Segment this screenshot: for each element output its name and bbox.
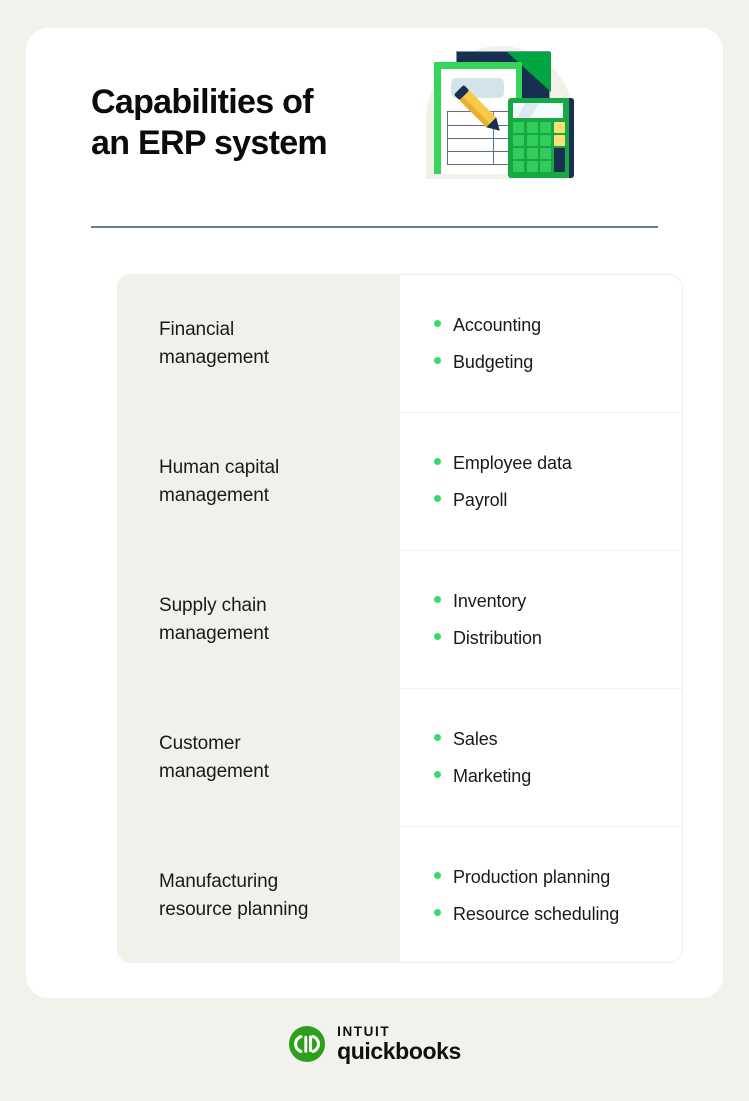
capability-label-line-2: management [159,622,269,644]
capability-label-line-2: management [159,346,269,368]
bullet-dot-icon [434,908,441,916]
brand-wordmark: INTUIT quickbooks [337,1024,461,1064]
capability-items-cell: Sales Marketing [400,689,682,826]
list-item-label: Distribution [453,627,542,648]
table-row: Financial management Accounting Budgetin… [118,275,682,413]
list-item: Employee data [434,451,682,476]
table-row: Human capital management Employee data P… [118,413,682,551]
bullet-dot-icon [434,595,441,603]
capability-items-cell: Production planning Resource scheduling [400,827,682,962]
table-row: Customer management Sales Marketing [118,689,682,827]
page-title-line-2: an ERP system [91,124,328,162]
bullet-dot-icon [434,871,441,879]
capability-label-line-1: Customer [159,732,241,754]
capability-label-cell: Supply chain management [118,551,400,688]
list-item: Accounting [434,313,682,338]
capability-label-line-1: Human capital [159,456,280,478]
capabilities-table: Financial management Accounting Budgetin… [117,274,683,963]
list-item-label: Marketing [453,765,532,786]
list-item-label: Production planning [453,866,611,887]
content-card: Capabilities of an ERP system Financial … [26,28,723,998]
capability-label-line-2: resource planning [159,898,309,920]
page-title: Capabilities of an ERP system [91,82,421,164]
capability-items-cell: Employee data Payroll [400,413,682,550]
bullet-dot-icon [434,632,441,640]
capability-label-line-2: management [159,760,269,782]
list-item-label: Resource scheduling [453,903,620,924]
list-item: Production planning [434,865,682,890]
capability-label-cell: Manufacturing resource planning [118,827,400,962]
capability-items-cell: Inventory Distribution [400,551,682,688]
list-item: Payroll [434,488,682,513]
capability-label-cell: Financial management [118,275,400,412]
list-item: Sales [434,727,682,752]
capability-items-cell: Accounting Budgeting [400,275,682,412]
infographic-page: Capabilities of an ERP system Financial … [0,0,749,1101]
page-title-line-1: Capabilities of [91,83,314,121]
calculator-icon [508,98,574,178]
bullet-dot-icon [434,733,441,741]
list-item-label: Budgeting [453,351,534,372]
list-item-label: Employee data [453,452,572,473]
quickbooks-qb-circle-icon [289,1025,326,1063]
list-item-label: Sales [453,728,498,749]
list-item-label: Accounting [453,314,542,335]
bullet-dot-icon [434,319,441,327]
capability-label-line-2: management [159,484,269,506]
calculator-screen [513,103,563,118]
list-item-label: Inventory [453,590,527,611]
calculator-keypad [513,122,565,172]
capability-label-line-1: Financial [159,318,235,340]
list-item: Resource scheduling [434,902,682,927]
capability-label-cell: Customer management [118,689,400,826]
list-item-label: Payroll [453,489,508,510]
table-row: Supply chain management Inventory Distri… [118,551,682,689]
capability-label-cell: Human capital management [118,413,400,550]
brand-quickbooks-text: quickbooks [337,1038,461,1064]
bullet-dot-icon [434,356,441,364]
brand-intuit-text: INTUIT [337,1024,391,1039]
bullet-dot-icon [434,770,441,778]
bullet-dot-icon [434,494,441,502]
list-item: Budgeting [434,350,682,375]
capability-label-line-1: Supply chain [159,594,267,616]
table-row: Manufacturing resource planning Producti… [118,827,682,962]
document-header-block-icon [451,78,504,98]
list-item: Inventory [434,589,682,614]
header-divider [91,226,658,228]
bullet-dot-icon [434,457,441,465]
footer: INTUIT quickbooks [0,1024,749,1064]
calculator-side-edge [569,98,574,178]
quickbooks-logo: INTUIT quickbooks [288,1024,461,1064]
list-item: Distribution [434,626,682,651]
document-page-surface [441,69,539,174]
list-item: Marketing [434,764,682,789]
erp-illustration [402,18,602,190]
capability-label-line-1: Manufacturing [159,870,279,892]
